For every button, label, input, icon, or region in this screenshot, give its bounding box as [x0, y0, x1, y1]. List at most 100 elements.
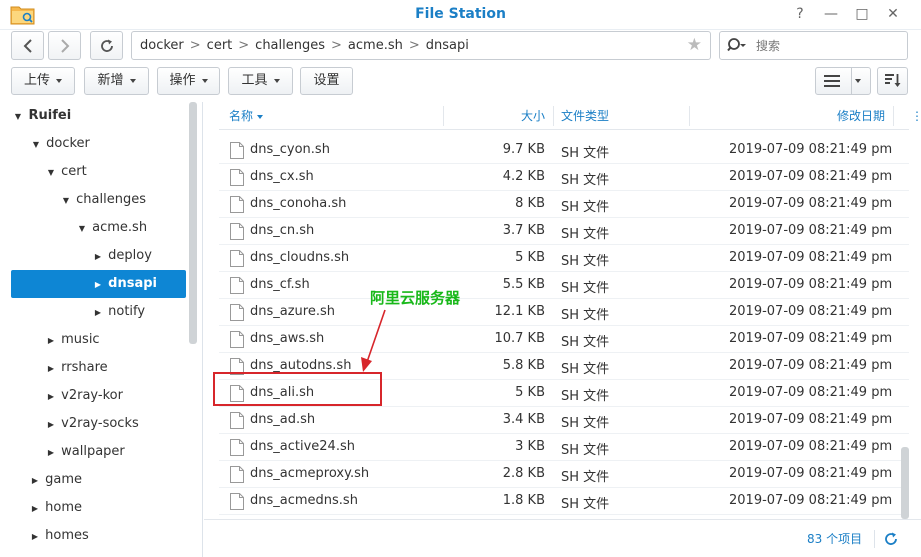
tree-item-music[interactable]: ▶ music: [0, 326, 100, 354]
file-row[interactable]: dns_cn.sh 3.7 KB SH 文件 2019-07-09 08:21:49 …: [219, 218, 909, 245]
tree-item-wallpaper[interactable]: ▶ wallpaper: [0, 438, 125, 466]
breadcrumb-item[interactable]: cert: [207, 38, 233, 53]
file-size: 3.4 KB: [502, 412, 545, 427]
expanded-icon[interactable]: ▼: [45, 159, 57, 187]
create-button[interactable]: 新增: [84, 67, 149, 95]
file-list-scrollbar[interactable]: [901, 447, 909, 519]
tools-button[interactable]: 工具: [228, 67, 293, 95]
settings-button[interactable]: 设置: [300, 67, 353, 95]
file-icon: [230, 142, 244, 159]
column-divider[interactable]: [893, 106, 894, 126]
tree-item-acme-sh[interactable]: ▼ acme.sh: [0, 214, 147, 242]
column-name[interactable]: 名称: [229, 102, 264, 130]
collapsed-icon[interactable]: ▶: [45, 411, 57, 439]
close-button[interactable]: ✕: [884, 5, 902, 23]
collapsed-icon[interactable]: ▶: [45, 327, 57, 355]
collapsed-icon[interactable]: ▶: [45, 355, 57, 383]
path-bar[interactable]: docker > cert > challenges > acme.sh > dnsapi ★: [131, 31, 711, 60]
column-type[interactable]: 文件类型: [561, 102, 609, 130]
collapsed-icon[interactable]: ▶: [45, 439, 57, 467]
forward-button[interactable]: [48, 31, 81, 60]
back-button[interactable]: [11, 31, 44, 60]
action-button[interactable]: 操作: [157, 67, 220, 95]
sidebar-scrollbar[interactable]: [189, 102, 197, 344]
sort-icon: [884, 74, 900, 87]
favorite-star-icon[interactable]: ★: [687, 35, 702, 55]
file-row[interactable]: dns_cx.sh 4.2 KB SH 文件 2019-07-09 08:21:49 …: [219, 164, 909, 191]
file-modified: 2019-07-09 08:21:49 pm: [729, 439, 893, 454]
file-name: dns_cx.sh: [250, 169, 314, 184]
search-box[interactable]: [719, 31, 908, 60]
tree-item-homes[interactable]: ▶ homes: [0, 522, 89, 550]
column-divider[interactable]: [553, 106, 554, 126]
file-row[interactable]: dns_azure.sh 12.1 KB SH 文件 2019-07-09 08:21…: [219, 299, 909, 326]
tree-item-home[interactable]: ▶ home: [0, 494, 82, 522]
tree-item-deploy[interactable]: ▶ deploy: [0, 242, 152, 270]
file-type: SH 文件: [561, 416, 610, 431]
breadcrumb-item[interactable]: acme.sh: [348, 38, 403, 53]
file-size: 3 KB: [515, 439, 545, 454]
file-name: dns_active24.sh: [250, 439, 355, 454]
file-row[interactable]: dns_acmeproxy.sh 2.8 KB SH 文件 2019-07-09 08…: [219, 461, 909, 488]
file-name: dns_acmeproxy.sh: [250, 466, 370, 481]
collapsed-icon[interactable]: ▶: [92, 243, 104, 271]
file-row[interactable]: dns_cloudns.sh 5 KB SH 文件 2019-07-09 08:21:…: [219, 245, 909, 272]
tree-label: rrshare: [61, 360, 108, 375]
sort-button[interactable]: [877, 67, 908, 95]
search-icon[interactable]: [727, 37, 747, 55]
column-menu-icon[interactable]: ⋮: [911, 109, 921, 123]
tree-item-notify[interactable]: ▶ notify: [0, 298, 145, 326]
file-type: SH 文件: [561, 443, 610, 458]
column-divider[interactable]: [689, 106, 690, 126]
breadcrumb-item[interactable]: dnsapi: [426, 38, 469, 53]
column-modified[interactable]: 修改日期: [779, 102, 885, 130]
caret-down-icon: [855, 79, 861, 83]
column-size[interactable]: 大小: [449, 102, 545, 130]
column-divider[interactable]: [443, 106, 444, 126]
file-row[interactable]: dns_ad.sh 3.4 KB SH 文件 2019-07-09 08:21:49 …: [219, 407, 909, 434]
collapsed-icon[interactable]: ▶: [29, 495, 41, 523]
collapsed-icon[interactable]: ▶: [92, 271, 104, 299]
breadcrumb-separator: >: [408, 38, 420, 53]
sort-desc-icon: [257, 114, 264, 119]
file-row[interactable]: dns_conoha.sh 8 KB SH 文件 2019-07-09 08:21:4…: [219, 191, 909, 218]
file-row[interactable]: dns_cf.sh 5.5 KB SH 文件 2019-07-09 08:21:49 …: [219, 272, 909, 299]
upload-button[interactable]: 上传: [11, 67, 75, 95]
expanded-icon[interactable]: ▼: [60, 187, 72, 215]
refresh-button[interactable]: [90, 31, 123, 60]
tree-item-challenges[interactable]: ▼ challenges: [0, 186, 146, 214]
tree-item-ruifei[interactable]: ▼ Ruifei: [0, 102, 71, 130]
file-row[interactable]: dns_acmedns.sh 1.8 KB SH 文件 2019-07-09 08:2…: [219, 488, 909, 515]
tree-label: notify: [108, 304, 146, 319]
minimize-button[interactable]: —: [822, 5, 840, 23]
collapsed-icon[interactable]: ▶: [45, 383, 57, 411]
collapsed-icon[interactable]: ▶: [29, 523, 41, 551]
expanded-icon[interactable]: ▼: [30, 131, 42, 159]
file-type: SH 文件: [561, 308, 610, 323]
help-button[interactable]: ?: [791, 5, 809, 23]
tree-item-v2ray-kor[interactable]: ▶ v2ray-kor: [0, 382, 123, 410]
view-mode-button[interactable]: [815, 67, 871, 95]
file-row[interactable]: dns_cyon.sh 9.7 KB SH 文件 2019-07-09 08:21:4…: [219, 137, 909, 164]
search-input[interactable]: [756, 36, 896, 56]
file-name: dns_conoha.sh: [250, 196, 347, 211]
tree-item-v2ray-socks[interactable]: ▶ v2ray-socks: [0, 410, 139, 438]
tree-item-dnsapi[interactable]: ▶ dnsapi: [11, 270, 186, 298]
expanded-icon[interactable]: ▼: [12, 103, 24, 131]
breadcrumb-item[interactable]: docker: [140, 38, 184, 53]
tree-item-rrshare[interactable]: ▶ rrshare: [0, 354, 108, 382]
breadcrumb-item[interactable]: challenges: [255, 38, 325, 53]
maximize-button[interactable]: □: [853, 5, 871, 23]
collapsed-icon[interactable]: ▶: [92, 299, 104, 327]
refresh-icon[interactable]: [884, 532, 898, 546]
caret-down-icon: [201, 78, 208, 83]
tree-item-docker[interactable]: ▼ docker: [0, 130, 90, 158]
tree-item-cert[interactable]: ▼ cert: [0, 158, 87, 186]
file-row[interactable]: dns_aws.sh 10.7 KB SH 文件 2019-07-09 08:21:4…: [219, 326, 909, 353]
tree-item-game[interactable]: ▶ game: [0, 466, 82, 494]
file-row[interactable]: dns_active24.sh 3 KB SH 文件 2019-07-09 08:21…: [219, 434, 909, 461]
breadcrumb: docker > cert > challenges > acme.sh > dnsapi: [140, 38, 469, 53]
status-bar: 83 个项目: [204, 519, 921, 557]
expanded-icon[interactable]: ▼: [76, 215, 88, 243]
collapsed-icon[interactable]: ▶: [29, 467, 41, 495]
